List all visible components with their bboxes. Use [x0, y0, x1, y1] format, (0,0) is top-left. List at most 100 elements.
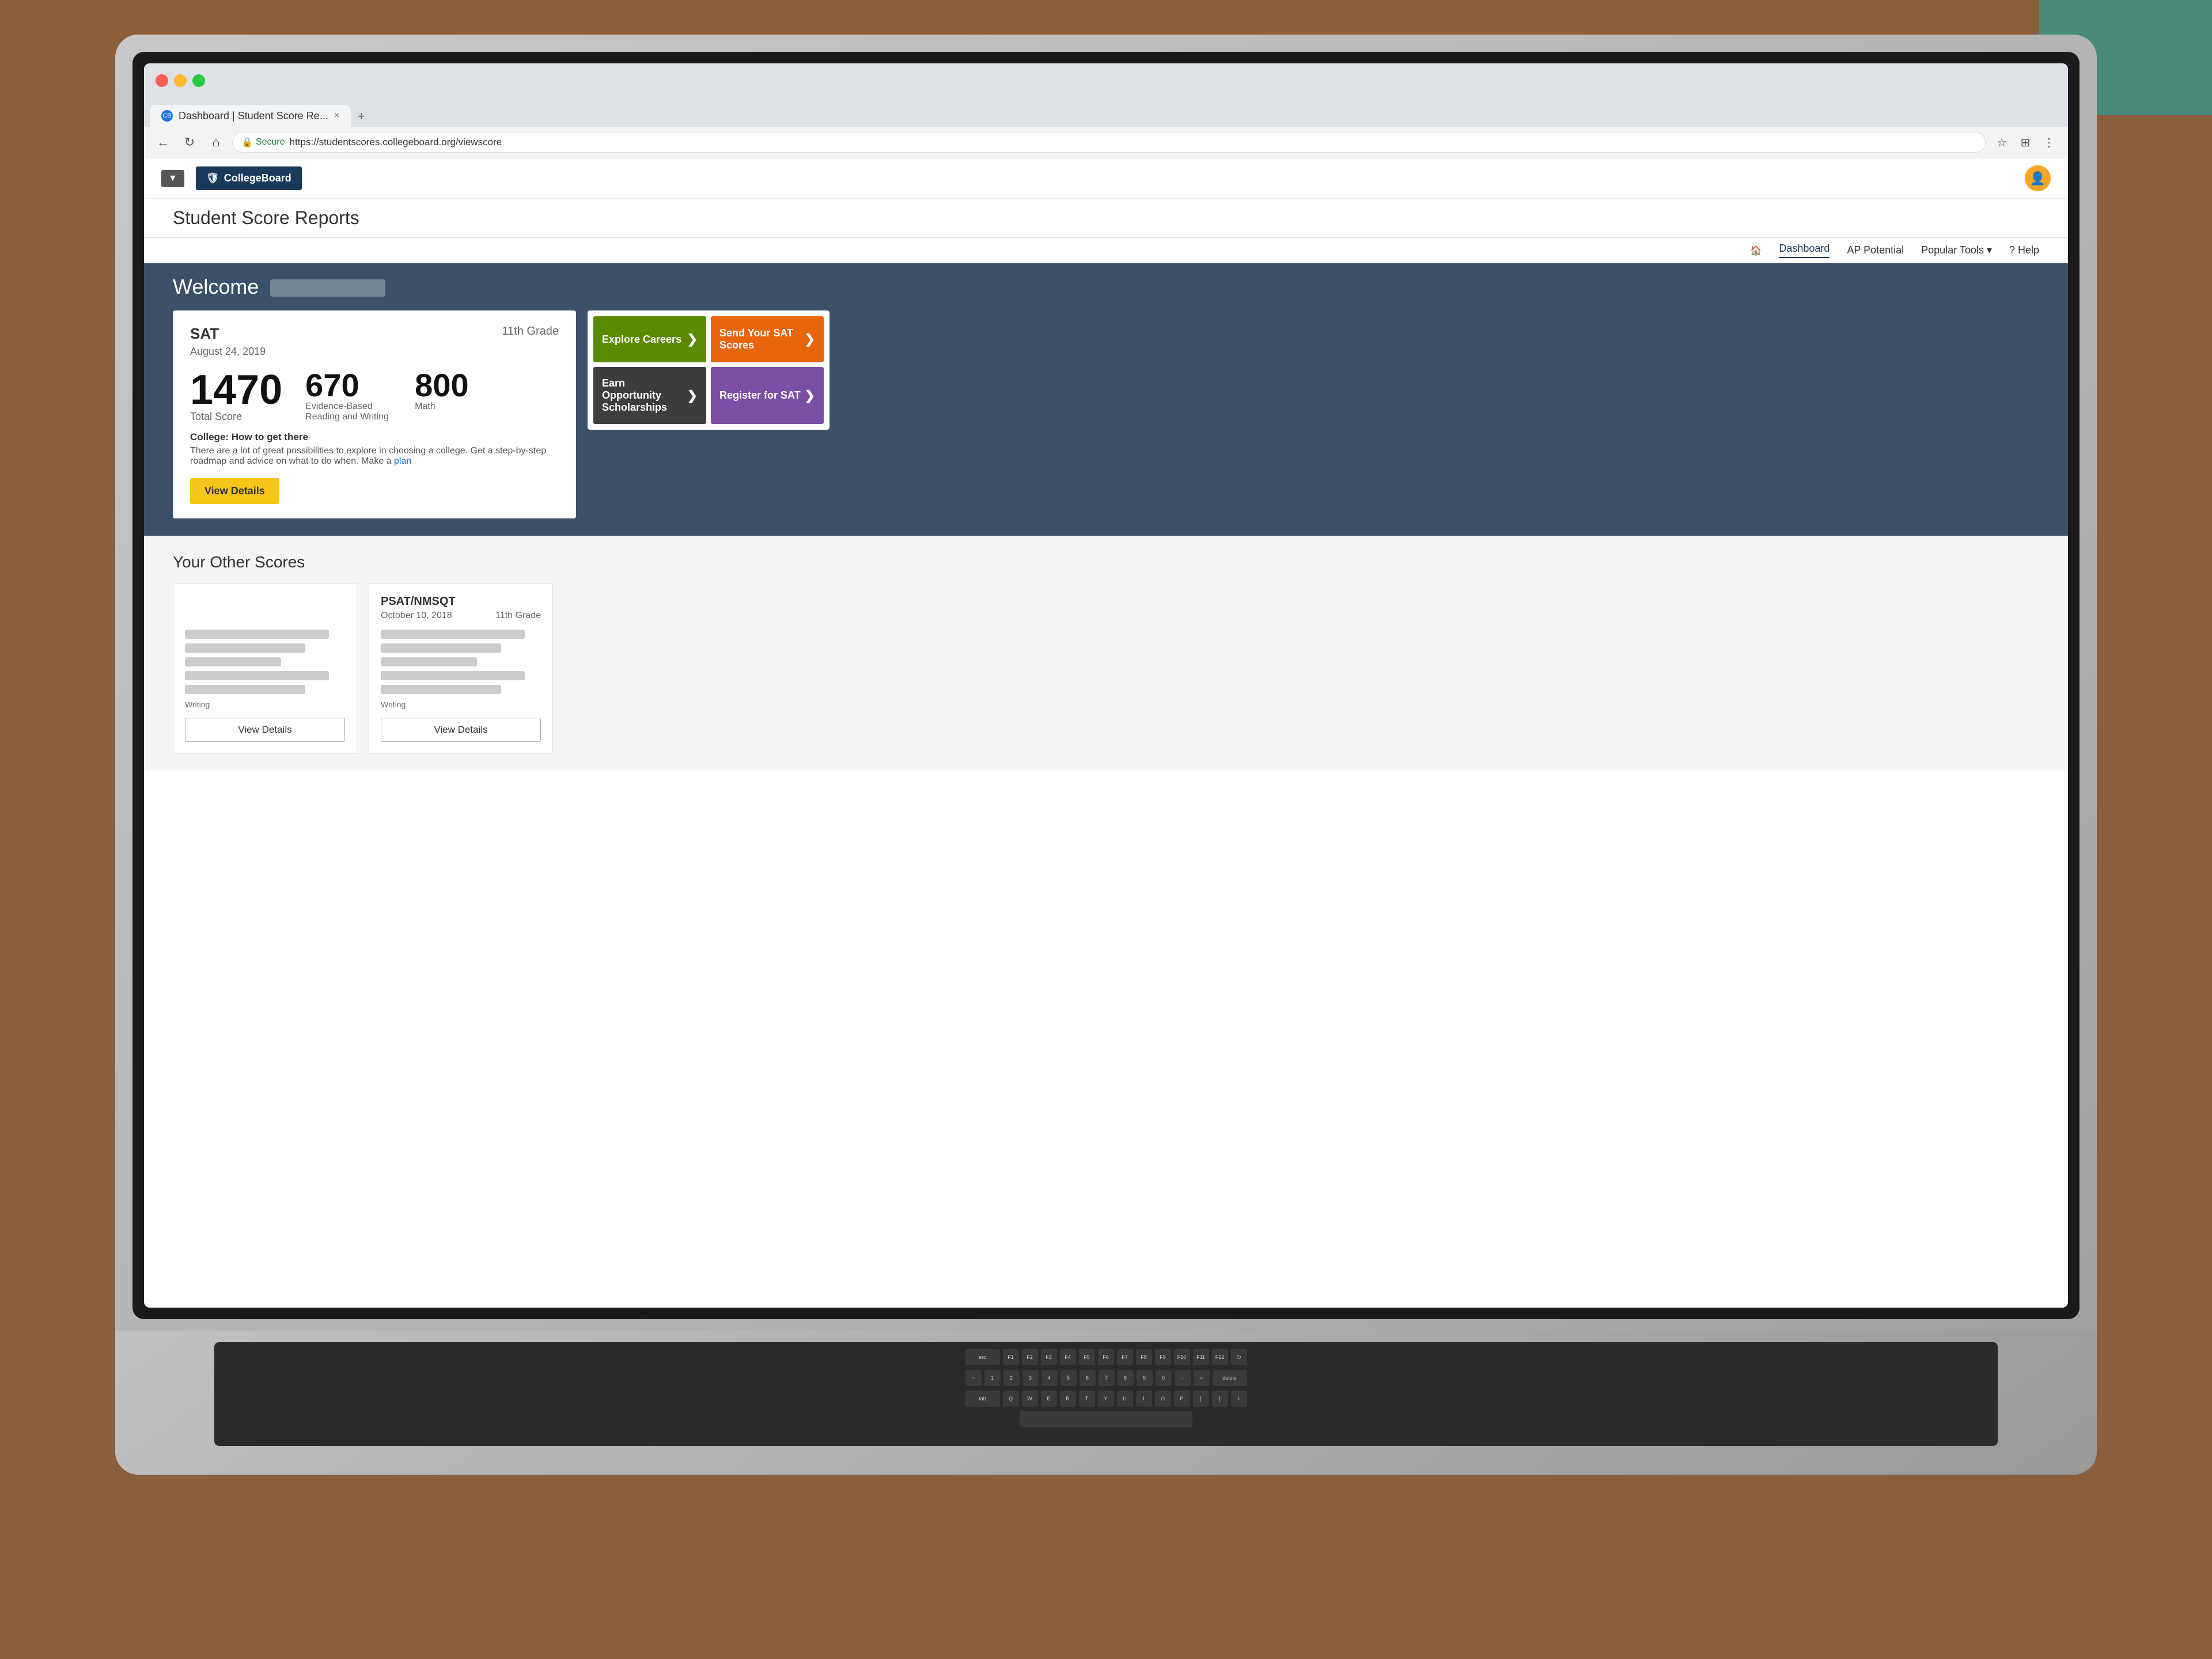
blurred-row-1: [185, 630, 329, 639]
key-rbracket: ]: [1212, 1391, 1228, 1407]
popular-tools-label: Popular Tools: [1921, 244, 1984, 256]
key-r: R: [1060, 1391, 1076, 1407]
other-score-card-1-meta: [185, 611, 345, 621]
secure-badge: 🔒 Secure: [241, 137, 285, 148]
key-equals: =: [1194, 1370, 1210, 1386]
page-content: ▼ 🛡 CollegeBoard 👤 Student Score Reports: [144, 158, 2068, 1308]
page-title: Student Score Reports: [173, 207, 2039, 229]
math-score-block: 800 Math: [415, 369, 468, 412]
send-sat-scores-arrow: ❯: [805, 332, 815, 347]
home-button[interactable]: ⌂: [206, 132, 226, 153]
action-cards-grid: Explore Careers ❯ Send Your SAT Scores ❯…: [588, 310, 830, 430]
sub-nav: 🏠 Dashboard AP Potential Popular Tools ▾…: [144, 238, 2068, 263]
send-sat-scores-label: Send Your SAT Scores: [719, 327, 805, 351]
key-i: I: [1136, 1391, 1152, 1407]
key-f2: F2: [1022, 1349, 1038, 1365]
other-score-card-1-grade: [343, 611, 345, 621]
keyboard-row-1: esc F1 F2 F3 F4 F5 F6 F7 F8 F9 F10 F11 F…: [221, 1349, 1991, 1365]
explore-careers-card[interactable]: Explore Careers ❯: [593, 316, 706, 362]
cb-dropdown-button[interactable]: ▼: [161, 170, 184, 187]
key-4: 4: [1041, 1370, 1058, 1386]
psat-blurred-row-4: [381, 671, 525, 680]
refresh-button[interactable]: ↻: [179, 132, 200, 153]
active-browser-tab[interactable]: CB Dashboard | Student Score Re... ×: [150, 105, 351, 127]
other-score-card-2-grade: 11th Grade: [495, 611, 541, 621]
traffic-lights: [156, 74, 205, 87]
address-bar[interactable]: 🔒 Secure https://studentscores.collegebo…: [232, 132, 1986, 153]
key-f7: F7: [1117, 1349, 1133, 1365]
other-scores-title: Your Other Scores: [173, 553, 2039, 571]
other-score-card-2-meta: October 10, 2018 11th Grade: [381, 611, 541, 621]
key-f3: F3: [1041, 1349, 1057, 1365]
home-icon: 🏠: [1750, 245, 1762, 256]
explore-careers-label: Explore Careers: [602, 334, 681, 346]
os-chrome-bar: [144, 63, 2068, 98]
minimize-traffic-light[interactable]: [174, 74, 187, 87]
key-5: 5: [1060, 1370, 1077, 1386]
psat-blurred-row-1: [381, 630, 525, 639]
user-icon: 👤: [2030, 171, 2046, 186]
earn-opportunity-card[interactable]: Earn Opportunity Scholarships ❯: [593, 367, 706, 424]
back-button[interactable]: ←: [153, 132, 173, 153]
secure-label: Secure: [256, 137, 285, 147]
key-8: 8: [1118, 1370, 1134, 1386]
score-card-container: SAT 11th Grade August 24, 2019 1470 Tota…: [173, 310, 2039, 518]
send-sat-scores-card[interactable]: Send Your SAT Scores ❯: [711, 316, 824, 362]
url-text: https://studentscores.collegeboard.org/v…: [290, 137, 502, 148]
key-p: P: [1174, 1391, 1190, 1407]
earn-opportunity-label: Earn Opportunity Scholarships: [602, 377, 687, 414]
key-minus: -: [1175, 1370, 1191, 1386]
dashboard-nav-link[interactable]: Dashboard: [1779, 243, 1830, 258]
user-avatar[interactable]: 👤: [2025, 165, 2051, 191]
key-f1: F1: [1003, 1349, 1019, 1365]
popular-tools-nav-link[interactable]: Popular Tools ▾: [1921, 244, 1992, 256]
register-sat-label: Register for SAT: [719, 389, 801, 402]
ap-potential-nav-link[interactable]: AP Potential: [1847, 244, 1904, 256]
laptop-keyboard-area: esc F1 F2 F3 F4 F5 F6 F7 F8 F9 F10 F11 F…: [115, 1331, 2097, 1475]
sat-grade: 11th Grade: [502, 325, 559, 338]
register-sat-arrow: ❯: [805, 388, 815, 403]
welcome-text: Welcome: [173, 275, 259, 298]
key-7: 7: [1099, 1370, 1115, 1386]
key-power: ⏻: [1231, 1349, 1247, 1365]
sat-view-details-button[interactable]: View Details: [190, 478, 279, 504]
key-tab: tab: [965, 1391, 1000, 1407]
tab-close-button[interactable]: ×: [334, 111, 339, 121]
close-traffic-light[interactable]: [156, 74, 168, 87]
menu-icon[interactable]: ⋮: [2039, 132, 2059, 153]
college-info-body: There are a lot of great possibilities t…: [190, 446, 546, 466]
key-f9: F9: [1155, 1349, 1171, 1365]
help-nav-link[interactable]: ? Help: [2009, 244, 2039, 256]
blurred-row-5: [185, 685, 305, 694]
browser-window: CB Dashboard | Student Score Re... × + ←…: [144, 63, 2068, 1308]
lock-icon: 🔒: [241, 137, 253, 148]
laptop-shell: CB Dashboard | Student Score Re... × + ←…: [115, 35, 2097, 1475]
explore-careers-arrow: ❯: [687, 332, 698, 347]
register-sat-card[interactable]: Register for SAT ❯: [711, 367, 824, 424]
maximize-traffic-light[interactable]: [192, 74, 205, 87]
key-esc: esc: [965, 1349, 1000, 1365]
key-f10: F10: [1174, 1349, 1190, 1365]
extension-icon[interactable]: ⊞: [2015, 132, 2036, 153]
key-6: 6: [1080, 1370, 1096, 1386]
other-score-card-1-view-details[interactable]: View Details: [185, 718, 345, 742]
keyboard-row-3: tab Q W E R T Y U I O P [ ] \: [221, 1391, 1991, 1407]
key-f4: F4: [1060, 1349, 1076, 1365]
keyboard-row-2: ~ 1 2 3 4 5 6 7 8 9 0 - = delete: [221, 1370, 1991, 1386]
bookmark-star-icon[interactable]: ☆: [1991, 132, 2012, 153]
college-plan-link[interactable]: plan: [394, 456, 411, 466]
key-backslash: \: [1231, 1391, 1247, 1407]
cb-logo-text: CollegeBoard: [224, 172, 291, 184]
key-f5: F5: [1079, 1349, 1095, 1365]
keyboard: esc F1 F2 F3 F4 F5 F6 F7 F8 F9 F10 F11 F…: [214, 1342, 1998, 1446]
key-9: 9: [1137, 1370, 1153, 1386]
other-score-card-2-view-details[interactable]: View Details: [381, 718, 541, 742]
other-scores-grid: Writing View Details PSAT/NMSQT October …: [173, 583, 2039, 754]
psat-blurred-row-2: [381, 643, 501, 653]
key-f11: F11: [1193, 1349, 1209, 1365]
other-score-card-2-date: October 10, 2018: [381, 611, 452, 621]
other-score-card-1: Writing View Details: [173, 583, 357, 754]
key-w: W: [1022, 1391, 1038, 1407]
new-tab-button[interactable]: +: [351, 106, 372, 127]
total-score-number: 1470: [190, 369, 282, 411]
